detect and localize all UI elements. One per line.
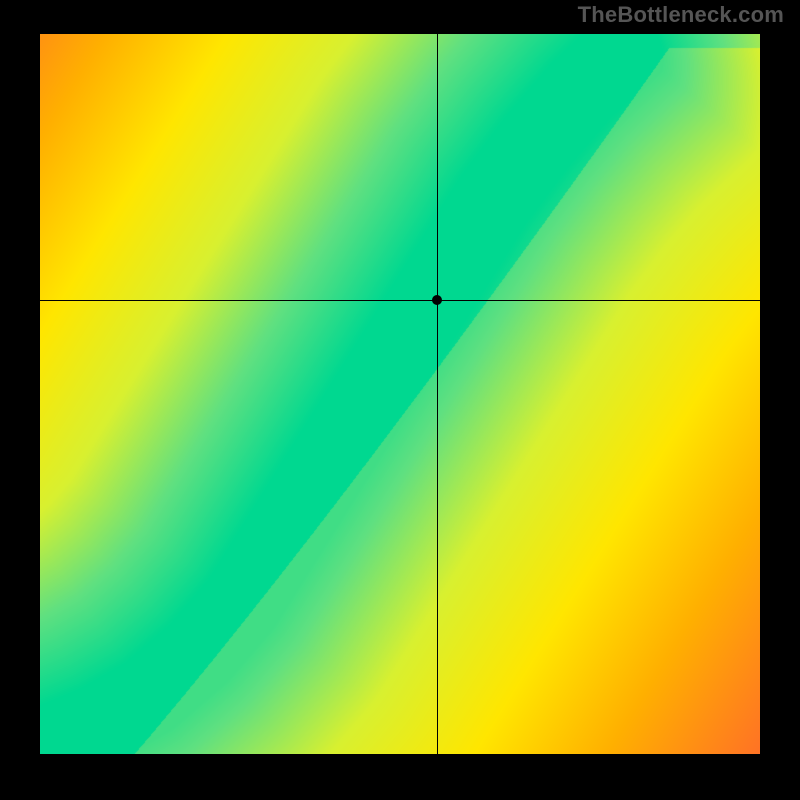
crosshair-vertical <box>437 34 438 754</box>
crosshair-horizontal <box>40 300 760 301</box>
heatmap-plot <box>40 34 760 754</box>
chart-container: TheBottleneck.com <box>0 0 800 800</box>
heatmap-canvas <box>40 34 760 754</box>
watermark-text: TheBottleneck.com <box>578 2 784 28</box>
